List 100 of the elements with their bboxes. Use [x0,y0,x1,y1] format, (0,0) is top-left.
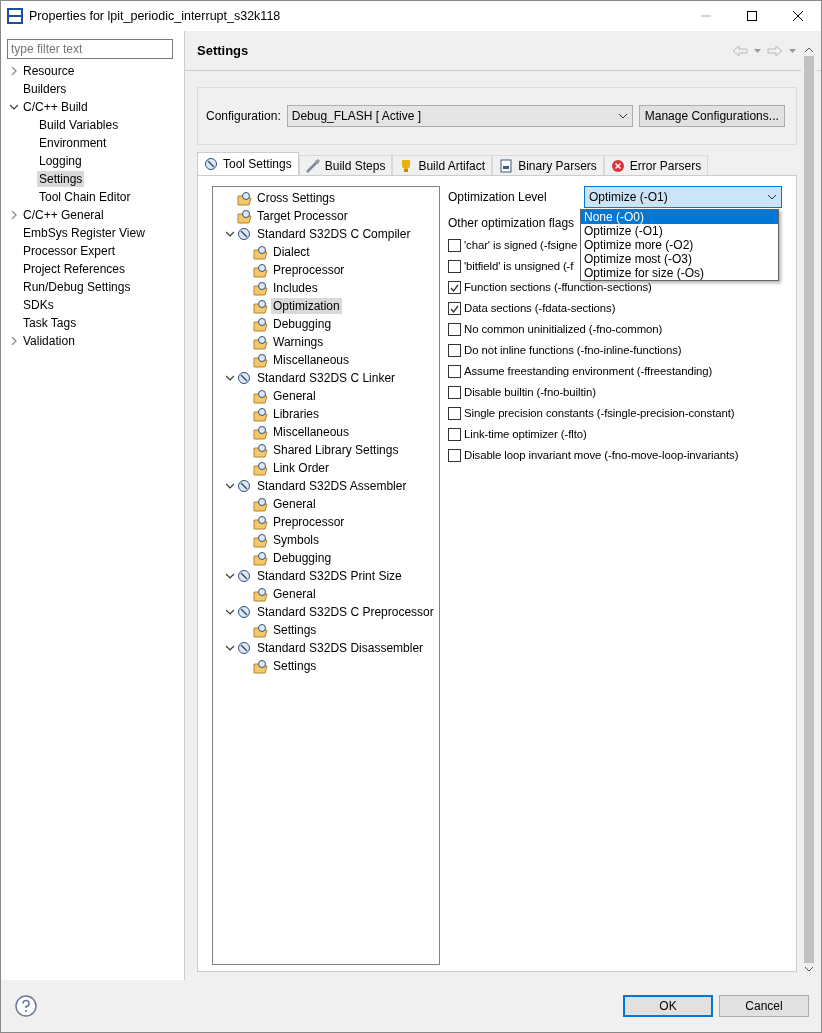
check-icon [450,283,459,292]
collapse-chevron-icon[interactable] [226,230,234,238]
tree-item[interactable]: Libraries [271,406,322,422]
tree-item[interactable]: Standard S32DS C Compiler [255,226,413,242]
folder-gear-icon [253,406,268,422]
checkbox[interactable] [448,302,461,315]
tree-item[interactable]: Link Order [271,460,332,476]
tree-item[interactable]: Optimization [271,298,342,314]
folder-gear-icon [253,514,268,530]
checkbox[interactable] [448,365,461,378]
steps-icon [305,158,320,173]
checkbox[interactable] [448,407,461,420]
expand-chevron-icon[interactable] [10,211,18,219]
nav-item[interactable]: Validation [21,333,77,349]
checkbox[interactable] [448,281,461,294]
tree-item[interactable]: General [271,586,318,602]
nav-item[interactable]: C/C++ General [21,207,106,223]
checkbox[interactable] [448,239,461,252]
nav-item[interactable]: Settings [37,171,85,187]
tree-item[interactable]: Miscellaneous [271,424,352,440]
scroll-down-icon[interactable] [805,967,813,972]
help-button[interactable] [15,995,37,1017]
tree-item[interactable]: Standard S32DS Disassembler [255,640,426,656]
nav-item[interactable]: EmbSys Register View [21,225,147,241]
tree-item[interactable]: General [271,388,318,404]
field-label: Optimization Level [448,189,548,206]
nav-item[interactable]: Resource [21,63,77,79]
tree-item[interactable]: Debugging [271,550,334,566]
nav-item[interactable]: Tool Chain Editor [37,189,133,205]
nav-item[interactable]: Project References [21,261,128,277]
tree-item[interactable]: Warnings [271,334,326,350]
tree-item[interactable]: Shared Library Settings [271,442,401,458]
dropdown-option[interactable]: Optimize more (-O2) [581,238,778,252]
tree-item[interactable]: Settings [271,622,319,638]
tree-item[interactable]: General [271,496,318,512]
filter-field[interactable]: type filter text [7,39,173,59]
collapse-chevron-icon[interactable] [226,482,234,490]
collapse-chevron-icon[interactable] [226,374,234,382]
nav-item[interactable]: Processor Expert [21,243,118,259]
tree-item[interactable]: Target Processor [255,208,350,224]
configuration-dropdown[interactable]: Debug_FLASH [ Active ] [286,105,633,127]
checkbox[interactable] [448,449,461,462]
tree-item[interactable]: Settings [271,658,319,674]
nav-item[interactable]: SDKs [21,297,56,313]
tab[interactable]: Build Artifact [392,155,493,175]
folder-gear-icon [253,388,268,404]
nav-item[interactable]: C/C++ Build [21,99,90,115]
checkbox[interactable] [448,344,461,357]
nav-item[interactable]: Run/Debug Settings [21,279,133,295]
checkbox[interactable] [448,428,461,441]
tree-item[interactable]: Preprocessor [271,514,347,530]
cancel-button[interactable]: Cancel [719,995,809,1017]
check-icon [450,304,459,313]
tree-item[interactable]: Standard S32DS Assembler [255,478,409,494]
scrollbar-thumb[interactable] [804,56,814,963]
tab[interactable]: Error Parsers [603,155,709,175]
dropdown-option[interactable]: Optimize most (-O3) [581,252,778,266]
folder-gear-icon [253,532,268,548]
expand-chevron-icon[interactable] [10,337,18,345]
tree-item[interactable]: Standard S32DS C Linker [255,370,398,386]
dropdown-option[interactable]: Optimize for size (-Os) [581,266,778,280]
checkbox-label: 'char' is signed (-fsigne [464,237,578,253]
folder-gear-icon [253,442,268,458]
checkbox-label: Assume freestanding environment (-ffreestanding) [464,363,713,379]
manage-configurations-button[interactable]: Manage Configurations... [638,105,785,127]
tab[interactable]: Binary Parsers [492,155,604,175]
nav-item[interactable]: Environment [37,135,109,151]
dropdown-chevron-icon [617,113,628,119]
folder-gear-icon [253,298,268,314]
collapse-chevron-icon[interactable] [226,608,234,616]
tree-item[interactable]: Symbols [271,532,321,548]
collapse-chevron-icon[interactable] [226,644,234,652]
checkbox-label: Disable builtin (-fno-builtin) [464,384,596,400]
tree-item[interactable]: Preprocessor [271,262,347,278]
checkbox[interactable] [448,386,461,399]
expand-chevron-icon[interactable] [10,67,18,75]
tree-item[interactable]: Debugging [271,316,334,332]
collapse-chevron-icon[interactable] [226,572,234,580]
nav-item[interactable]: Builders [21,81,69,97]
optimization-level-dropdown[interactable]: Optimize (-O1) [584,186,782,208]
nav-item[interactable]: Build Variables [37,117,121,133]
dropdown-option[interactable]: None (-O0) [581,210,778,224]
checkbox[interactable] [448,260,461,273]
tree-item[interactable]: Miscellaneous [271,352,352,368]
ok-button[interactable]: OK [623,995,713,1017]
dropdown-option[interactable]: Optimize (-O1) [581,224,778,238]
nav-item[interactable]: Task Tags [21,315,79,331]
folder-gear-icon [253,334,268,350]
tree-item[interactable]: Standard S32DS C Preprocessor [255,604,436,620]
tree-item[interactable]: Cross Settings [255,190,338,206]
binary-file-icon [499,158,514,173]
checkbox[interactable] [448,323,461,336]
tab[interactable]: Tool Settings [197,152,299,175]
nav-item[interactable]: Logging [37,153,84,169]
tree-item[interactable]: Dialect [271,244,312,260]
tab[interactable]: Build Steps [298,155,393,175]
tree-item[interactable]: Standard S32DS Print Size [255,568,404,584]
collapse-chevron-icon[interactable] [10,103,18,111]
scroll-up-icon[interactable] [805,47,813,52]
tree-item[interactable]: Includes [271,280,320,296]
